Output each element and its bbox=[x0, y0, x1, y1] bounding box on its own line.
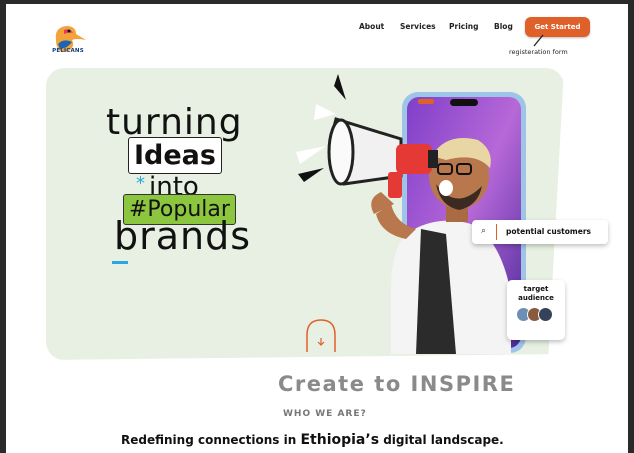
avatar bbox=[537, 307, 553, 322]
target-audience-label: target audience bbox=[518, 285, 554, 302]
tagline-emphasis: Ethiopia’s bbox=[300, 432, 380, 448]
search-icon: ⌕ bbox=[481, 226, 487, 236]
section-tagline: Redefining connections in Ethiopia’s dig… bbox=[121, 432, 504, 448]
section-subtitle: WHO WE ARE? bbox=[283, 409, 367, 419]
avatar-group bbox=[507, 307, 565, 326]
hero-line-ideas: Ideas bbox=[128, 137, 222, 174]
tagline-post: digital landscape. bbox=[379, 433, 504, 447]
text-cursor bbox=[496, 224, 497, 240]
cta-annotation: registeration form bbox=[509, 48, 568, 56]
nav-blog-link[interactable]: Blog bbox=[494, 22, 513, 31]
page-frame: PELICANS About Services Pricing Blog Get… bbox=[6, 4, 628, 453]
tagline-pre: Redefining connections in bbox=[121, 433, 301, 447]
section-title: Create to INSPIRE bbox=[278, 372, 516, 396]
scroll-down-icon[interactable] bbox=[304, 318, 338, 352]
nav-pricing-link[interactable]: Pricing bbox=[449, 22, 479, 31]
search-chip: ⌕ potential customers bbox=[472, 220, 608, 244]
nav-about-link[interactable]: About bbox=[359, 22, 384, 31]
nav-services-link[interactable]: Services bbox=[400, 22, 436, 31]
target-audience-card: target audience bbox=[507, 280, 565, 340]
brand-name: PELICANS bbox=[52, 48, 84, 54]
search-chip-text: potential customers bbox=[506, 227, 591, 236]
pointer-arrow-icon bbox=[533, 34, 544, 47]
hero-line-brands: brands bbox=[114, 214, 252, 258]
asterisk-icon: * bbox=[136, 173, 145, 194]
pelican-logo-icon[interactable] bbox=[46, 18, 90, 62]
accent-dash bbox=[112, 261, 128, 264]
